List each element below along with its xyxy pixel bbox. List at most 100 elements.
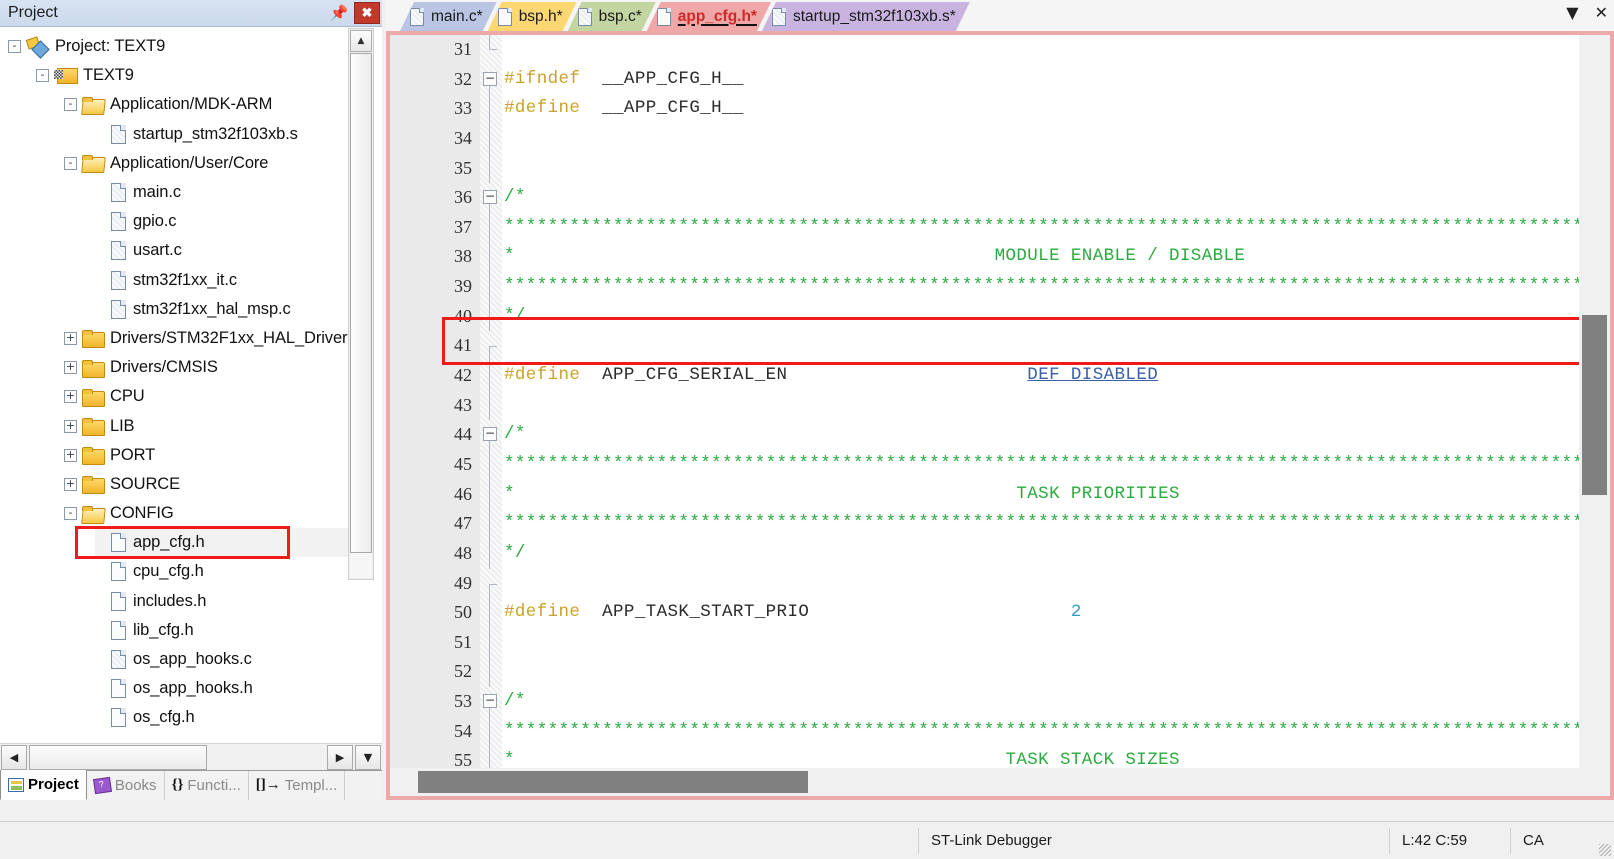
collapse-toggle-icon[interactable]: - bbox=[64, 507, 77, 521]
pin-icon[interactable]: 📌 bbox=[328, 2, 350, 24]
collapse-toggle-icon[interactable]: - bbox=[64, 98, 77, 112]
editor-vscroll-thumb[interactable] bbox=[1582, 315, 1607, 495]
collapse-toggle-icon[interactable]: - bbox=[64, 156, 77, 170]
panel-tab-templ[interactable]: []→ Templ... bbox=[249, 771, 346, 800]
project-scroll-thumb[interactable] bbox=[350, 53, 372, 553]
tree-item-app-cfg-h[interactable]: app_cfg.h bbox=[0, 528, 352, 558]
editor-vertical-scrollbar[interactable] bbox=[1579, 35, 1610, 768]
code-line[interactable]: 55 * TASK STACK SIZES bbox=[390, 746, 1579, 768]
code-lines[interactable]: 31 32− #ifndef __APP_CFG_H__ 33 #define __AP… bbox=[390, 35, 1579, 768]
code-line[interactable]: 37 **************************************… bbox=[390, 212, 1579, 243]
tree-item-text9[interactable]: - TEXT9 bbox=[0, 61, 352, 90]
editor-tab-startup-stm32f103xb-s[interactable]: startup_stm32f103xb.s* bbox=[762, 2, 970, 31]
tree-item-cpu[interactable]: + CPU bbox=[0, 382, 352, 411]
tree-item-lib-cfg-h[interactable]: lib_cfg.h bbox=[0, 616, 352, 645]
code-line[interactable]: 41 bbox=[390, 331, 1579, 362]
collapse-toggle-icon[interactable]: - bbox=[8, 40, 21, 54]
project-tree-scroll-area[interactable]: - Project: TEXT9- TEXT9- Application/MDK-AR… bbox=[0, 27, 382, 737]
project-tree[interactable]: - Project: TEXT9- TEXT9- Application/MDK-AR… bbox=[0, 27, 352, 737]
code-line[interactable]: 49 bbox=[390, 569, 1579, 599]
resize-grip-icon[interactable] bbox=[1599, 844, 1611, 856]
code-line[interactable]: 40 */ bbox=[390, 301, 1579, 332]
panel-tab-books[interactable]: Books bbox=[87, 771, 165, 800]
line-number: 49 bbox=[454, 572, 472, 593]
code-line[interactable]: 39 **************************************… bbox=[390, 272, 1579, 302]
code-line[interactable]: 33 #define __APP_CFG_H__ bbox=[390, 94, 1579, 124]
code-line[interactable]: 46 * TASK PRIORITIES bbox=[390, 479, 1579, 510]
fold-collapse-icon[interactable]: − bbox=[483, 694, 497, 709]
panel-tab-label: Templ... bbox=[284, 777, 338, 794]
code-line[interactable]: 32− #ifndef __APP_CFG_H__ bbox=[390, 65, 1579, 95]
editor-hscroll-thumb[interactable] bbox=[418, 771, 808, 793]
tree-item-startup-stm32f103xb-s[interactable]: startup_stm32f103xb.s bbox=[0, 120, 352, 149]
code-line[interactable]: 50 #define APP_TASK_START_PRIO 2 bbox=[390, 598, 1579, 628]
project-horizontal-scrollbar[interactable]: ◀ ▶ ▼ bbox=[0, 743, 382, 770]
expand-toggle-icon[interactable]: + bbox=[64, 331, 77, 345]
expand-toggle-icon[interactable]: + bbox=[64, 390, 77, 404]
code-line[interactable]: 36−/* bbox=[390, 183, 1579, 214]
tree-item-port[interactable]: + PORT bbox=[0, 441, 352, 470]
scroll-right-arrow-icon[interactable]: ▶ bbox=[327, 744, 353, 770]
scroll-left-arrow-icon[interactable]: ◀ bbox=[1, 744, 27, 770]
tree-item-includes-h[interactable]: includes.h bbox=[0, 587, 352, 616]
tree-item-os-app-hooks-c[interactable]: os_app_hooks.c bbox=[0, 645, 352, 674]
code-line[interactable]: 44−/* bbox=[390, 420, 1579, 451]
panel-tab-functi[interactable]: {} Functi... bbox=[165, 771, 249, 800]
tree-item-cpu-cfg-h[interactable]: cpu_cfg.h bbox=[0, 557, 352, 586]
editor-horizontal-scrollbar[interactable] bbox=[390, 768, 1610, 796]
tree-item-lib[interactable]: + LIB bbox=[0, 411, 352, 440]
tree-item-usart-c[interactable]: usart.c bbox=[0, 236, 352, 265]
scroll-down-arrow-icon[interactable]: ▼ bbox=[355, 744, 381, 770]
code-line[interactable]: 52 bbox=[390, 657, 1579, 688]
fold-collapse-icon[interactable]: − bbox=[483, 190, 497, 205]
panel-tab-project[interactable]: Project bbox=[0, 770, 87, 800]
tree-item-project-text9[interactable]: - Project: TEXT9 bbox=[0, 32, 352, 61]
code-line[interactable]: 38 * MODULE ENABLE / DISABLE bbox=[390, 242, 1579, 273]
tree-item-drivers-stm32f1xx-hal-driver[interactable]: + Drivers/STM32F1xx_HAL_Driver bbox=[0, 324, 352, 353]
chevron-down-icon[interactable]: ▼ bbox=[1566, 3, 1578, 22]
tree-item-main-c[interactable]: main.c bbox=[0, 178, 352, 207]
editor-tab-main-c[interactable]: main.c* bbox=[400, 2, 497, 31]
tree-item-application-user-core[interactable]: - Application/User/Core bbox=[0, 149, 352, 178]
tree-item-source[interactable]: + SOURCE bbox=[0, 470, 352, 499]
editor-tab-app-cfg-h[interactable]: app_cfg.h* bbox=[647, 2, 771, 31]
expand-toggle-icon[interactable]: + bbox=[64, 419, 77, 433]
code-line[interactable]: 42 #define APP_CFG_SERIAL_EN DEF_DISABLED bbox=[390, 361, 1579, 391]
functions-icon: {} bbox=[171, 777, 184, 793]
code-line[interactable]: 54 **************************************… bbox=[390, 716, 1579, 747]
close-icon[interactable]: ✕ bbox=[1595, 3, 1608, 22]
fold-collapse-icon[interactable]: − bbox=[483, 71, 497, 86]
code-line[interactable]: 51 bbox=[390, 627, 1579, 658]
tree-item-os-app-hooks-h[interactable]: os_app_hooks.h bbox=[0, 674, 352, 703]
scroll-up-arrow-icon[interactable]: ▲ bbox=[350, 30, 372, 52]
code-view[interactable]: 31 32− #ifndef __APP_CFG_H__ 33 #define __AP… bbox=[390, 35, 1579, 768]
code-line[interactable]: 34 bbox=[390, 123, 1579, 154]
close-icon[interactable]: ✖ bbox=[354, 2, 380, 24]
editor-tab-bsp-h[interactable]: bsp.h* bbox=[488, 2, 577, 31]
expand-toggle-icon[interactable]: + bbox=[64, 361, 77, 375]
tree-item-stm32f1xx-it-c[interactable]: stm32f1xx_it.c bbox=[0, 266, 352, 295]
project-vertical-scrollbar[interactable]: ▲ bbox=[348, 28, 374, 580]
fold-collapse-icon[interactable]: − bbox=[483, 427, 497, 442]
code-line[interactable]: 53−/* bbox=[390, 687, 1579, 718]
expand-toggle-icon[interactable]: + bbox=[64, 477, 77, 491]
tree-item-config[interactable]: - CONFIG bbox=[0, 499, 352, 528]
tree-item-application-mdk-arm[interactable]: - Application/MDK-ARM bbox=[0, 90, 352, 119]
project-panel-tabs[interactable]: ProjectBooks{}Functi...[]→Templ... bbox=[0, 770, 382, 800]
editor-tab-bar[interactable]: main.c* bsp.h* bsp.c* app_cfg.h* startup_stm… bbox=[386, 0, 1614, 31]
tree-item-stm32f1xx-hal-msp-c[interactable]: stm32f1xx_hal_msp.c bbox=[0, 295, 352, 324]
code-line[interactable]: 45 **************************************… bbox=[390, 449, 1579, 480]
tree-item-os-cfg-h[interactable]: os_cfg.h bbox=[0, 703, 352, 732]
tree-item-drivers-cmsis[interactable]: + Drivers/CMSIS bbox=[0, 353, 352, 382]
editor-tab-bsp-c[interactable]: bsp.c* bbox=[568, 2, 656, 31]
code-line[interactable]: 43 bbox=[390, 390, 1579, 421]
expand-toggle-icon[interactable]: + bbox=[64, 448, 77, 462]
line-number: 39 bbox=[454, 276, 472, 297]
code-line[interactable]: 35 bbox=[390, 153, 1579, 184]
project-hscroll-thumb[interactable] bbox=[29, 744, 207, 770]
code-line[interactable]: 47 **************************************… bbox=[390, 509, 1579, 539]
code-line[interactable]: 48 */ bbox=[390, 538, 1579, 569]
collapse-toggle-icon[interactable]: - bbox=[36, 69, 49, 83]
tree-item-gpio-c[interactable]: gpio.c bbox=[0, 207, 352, 236]
code-line[interactable]: 31 bbox=[390, 35, 1579, 65]
